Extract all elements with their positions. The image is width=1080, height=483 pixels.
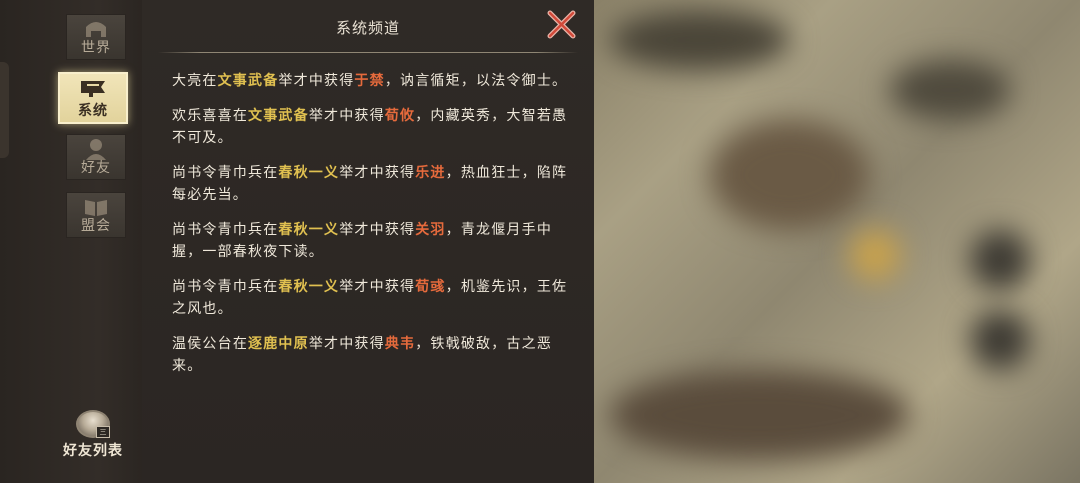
list-item: 尚书令青巾兵在春秋一义举才中获得关羽，青龙偃月手中握，一部春秋夜下读。 <box>172 222 553 260</box>
list-item: 尚书令青巾兵在春秋一义举才中获得乐进，热血狂士，陷阵每必先当。 <box>172 165 568 203</box>
friend-list-label: 好友列表 <box>63 443 123 459</box>
rail-edge-handle[interactable] <box>0 62 9 158</box>
list-item: 大亮在文事武备举才中获得于禁，讷言循矩，以法令御士。 <box>172 73 568 89</box>
tab-alliance[interactable]: 盟会 <box>66 192 126 238</box>
close-x-icon <box>547 10 576 39</box>
tab-system-label: 系统 <box>78 103 108 119</box>
tab-alliance-label: 盟会 <box>81 218 111 234</box>
flag-icon <box>78 77 108 99</box>
system-channel-panel: 系统频道 大亮在文事武备举才中获得于禁，讷言循矩，以法令御士。 欢乐喜喜在文事武… <box>142 0 594 483</box>
message-list: 大亮在文事武备举才中获得于禁，讷言循矩，以法令御士。 欢乐喜喜在文事武备举才中获… <box>172 70 572 390</box>
blurred-game-map <box>590 0 1080 483</box>
close-button[interactable] <box>544 8 578 40</box>
list-item: 欢乐喜喜在文事武备举才中获得荀攸，内藏英秀，大智若愚不可及。 <box>172 108 568 146</box>
tab-world[interactable]: 世界 <box>66 14 126 60</box>
list-item: 温侯公台在逐鹿中原举才中获得典韦，铁戟破敌，古之恶来。 <box>172 336 553 374</box>
list-item: 尚书令青巾兵在春秋一义举才中获得荀彧，机鉴先识，王佐之风也。 <box>172 279 568 317</box>
tab-system[interactable]: 系统 <box>58 72 128 124</box>
tab-world-label: 世界 <box>81 40 111 56</box>
tab-friends-label: 好友 <box>81 160 111 176</box>
friend-list-button[interactable]: 三 好友列表 <box>62 410 124 460</box>
friend-avatar-icon: 三 <box>76 410 110 438</box>
title-divider <box>158 52 578 53</box>
tab-friends[interactable]: 好友 <box>66 134 126 180</box>
panel-title: 系统频道 <box>335 19 400 37</box>
friend-badge: 三 <box>96 426 110 438</box>
channel-tab-rail: 世界 系统 好友 盟会 三 好友列表 <box>0 0 143 483</box>
